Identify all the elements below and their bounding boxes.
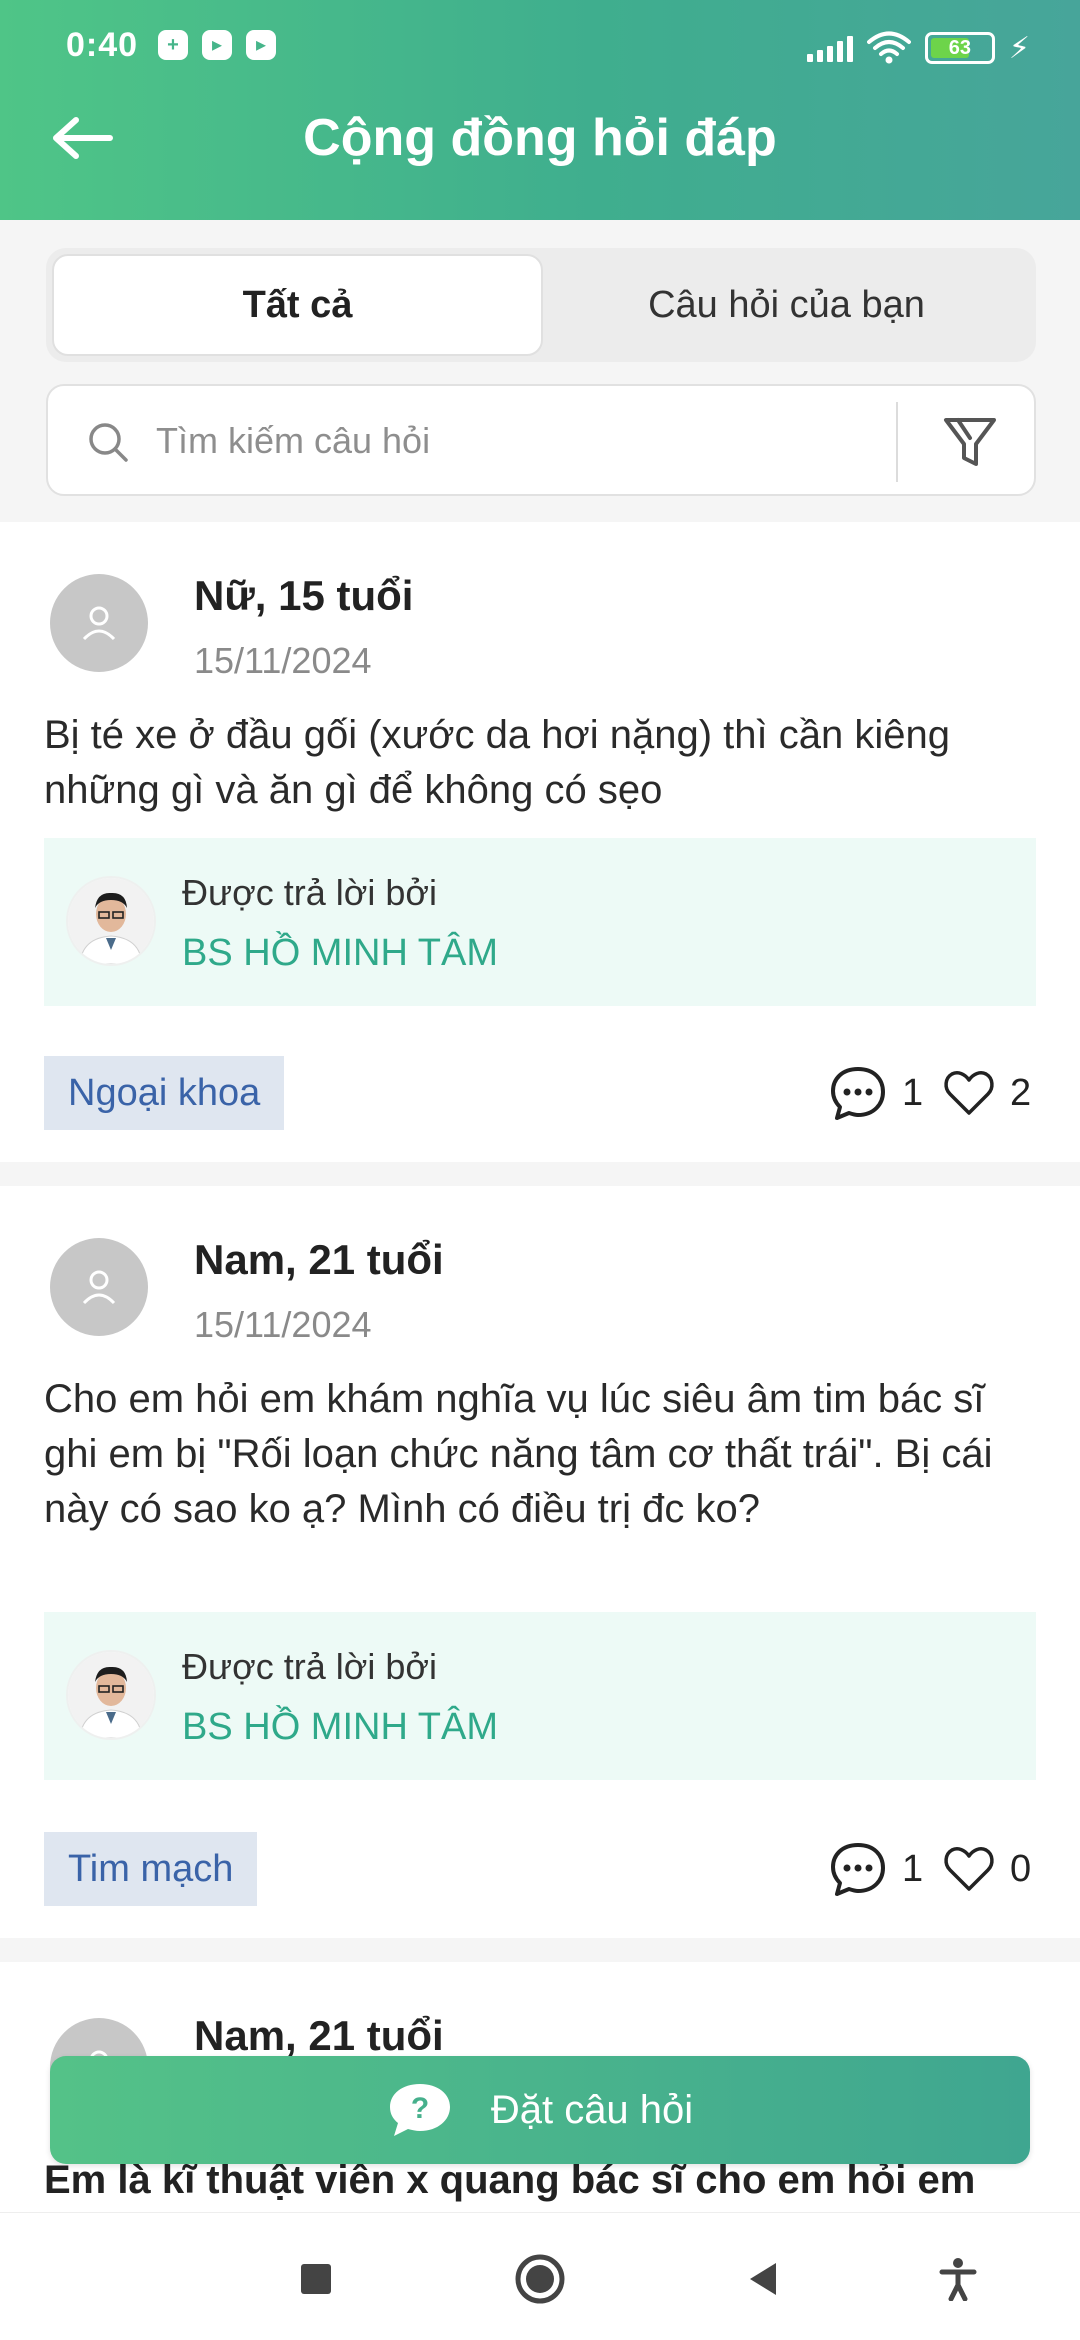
doctor-avatar xyxy=(66,876,156,966)
notification-icon: + xyxy=(158,30,188,60)
avatar xyxy=(50,1238,148,1336)
battery-level: 63 xyxy=(948,37,972,59)
header: 0:40 + ▸ ▸ 63 ⚡ Cộng đồng hỏi đáp xyxy=(0,0,1080,220)
answered-by-box[interactable]: Được trả lời bởi BS HỒ MINH TÂM xyxy=(44,838,1036,1006)
question-card[interactable]: Nam, 21 tuổi 15/11/2024 Cho em hỏi em kh… xyxy=(0,1186,1080,1938)
post-stats: 1 0 xyxy=(828,1832,1036,1906)
answered-by-label: Được trả lời bởi xyxy=(182,1646,437,1687)
accessibility-icon xyxy=(939,2258,977,2301)
avatar xyxy=(50,574,148,672)
status-time: 0:40 xyxy=(66,26,139,64)
circle-icon xyxy=(515,2254,565,2304)
question-bubble-icon: ? xyxy=(389,2084,450,2136)
filter-button[interactable] xyxy=(928,404,1012,480)
status-indicators: 63 ⚡ xyxy=(806,28,1030,68)
comment-count: 1 xyxy=(902,1071,924,1114)
tab-all[interactable]: Tất cả xyxy=(52,254,543,356)
tab-bar: Tất cả Câu hỏi của bạn xyxy=(46,248,1036,362)
search-bar xyxy=(46,384,1036,496)
svg-text:?: ? xyxy=(411,2092,429,2125)
answered-by-box[interactable]: Được trả lời bởi BS HỒ MINH TÂM xyxy=(44,1612,1036,1780)
doctor-name[interactable]: BS HỒ MINH TÂM xyxy=(182,1706,498,1749)
question-text: Cho em hỏi em khám nghĩa vụ lúc siêu âm … xyxy=(44,1377,993,1531)
like-count: 2 xyxy=(1010,1071,1032,1114)
doctor-photo-icon xyxy=(68,1652,154,1738)
specialty-tag[interactable]: Tim mạch xyxy=(44,1832,258,1906)
controls: Tất cả Câu hỏi của bạn xyxy=(0,220,1080,520)
question-text: Em là kĩ thuật viên x quang bác sĩ cho e… xyxy=(44,2158,976,2202)
doctor-photo-icon xyxy=(68,878,154,964)
user-icon xyxy=(82,606,116,641)
heart-icon[interactable] xyxy=(942,1842,996,1896)
search-divider xyxy=(896,402,898,482)
heart-icon[interactable] xyxy=(942,1066,996,1120)
question-text: Bị té xe ở đầu gối (xước da hơi nặng) th… xyxy=(44,713,950,812)
status-bar: 0:40 + ▸ ▸ 63 ⚡ xyxy=(0,0,1080,96)
page-title: Cộng đồng hỏi đáp xyxy=(303,109,777,167)
doctor-name[interactable]: BS HỒ MINH TÂM xyxy=(182,932,498,975)
square-icon xyxy=(301,2264,331,2294)
comment-count: 1 xyxy=(902,1847,924,1890)
triangle-left-icon xyxy=(750,2263,776,2295)
notification-icon: ▸ xyxy=(246,30,276,60)
post-date: 15/11/2024 xyxy=(194,640,372,681)
battery-icon: 63 xyxy=(924,32,995,64)
chat-bubble-icon[interactable] xyxy=(828,1063,888,1123)
chat-bubble-icon[interactable] xyxy=(828,1839,888,1899)
ask-question-button[interactable]: ? Đặt câu hỏi xyxy=(50,2056,1030,2164)
like-count: 0 xyxy=(1010,1847,1032,1890)
user-icon xyxy=(82,1270,116,1305)
specialty-tag[interactable]: Ngoại khoa xyxy=(44,1056,285,1130)
post-date: 15/11/2024 xyxy=(194,1304,372,1345)
recents-button[interactable] xyxy=(286,2249,346,2309)
post-stats: 1 2 xyxy=(828,1056,1036,1130)
notification-icon: ▸ xyxy=(202,30,232,60)
signal-icon xyxy=(806,34,853,62)
doctor-avatar xyxy=(66,1650,156,1740)
home-button[interactable] xyxy=(510,2249,570,2309)
accessibility-button[interactable] xyxy=(928,2249,988,2309)
back-nav-button[interactable] xyxy=(734,2249,794,2309)
author-info: Nữ, 15 tuổi xyxy=(194,572,414,619)
filter-icon xyxy=(944,418,996,466)
author-info: Nam, 21 tuổi xyxy=(194,1236,444,1283)
charging-icon: ⚡ xyxy=(1008,31,1030,65)
question-card[interactable]: Nữ, 15 tuổi 15/11/2024 Bị té xe ở đầu gố… xyxy=(0,522,1080,1162)
tab-my-questions[interactable]: Câu hỏi của bạn xyxy=(543,254,1030,356)
app-screen: 0:40 + ▸ ▸ 63 ⚡ Cộng đồng hỏi đáp Tất cả… xyxy=(0,0,1080,2340)
system-nav-bar xyxy=(0,2212,1080,2340)
wifi-icon xyxy=(866,31,911,64)
author-info: Nam, 21 tuổi xyxy=(194,2012,444,2059)
answered-by-label: Được trả lời bởi xyxy=(182,872,437,913)
ask-question-label: Đặt câu hỏi xyxy=(490,2087,694,2132)
search-input[interactable] xyxy=(156,408,916,474)
search-icon xyxy=(89,423,128,462)
